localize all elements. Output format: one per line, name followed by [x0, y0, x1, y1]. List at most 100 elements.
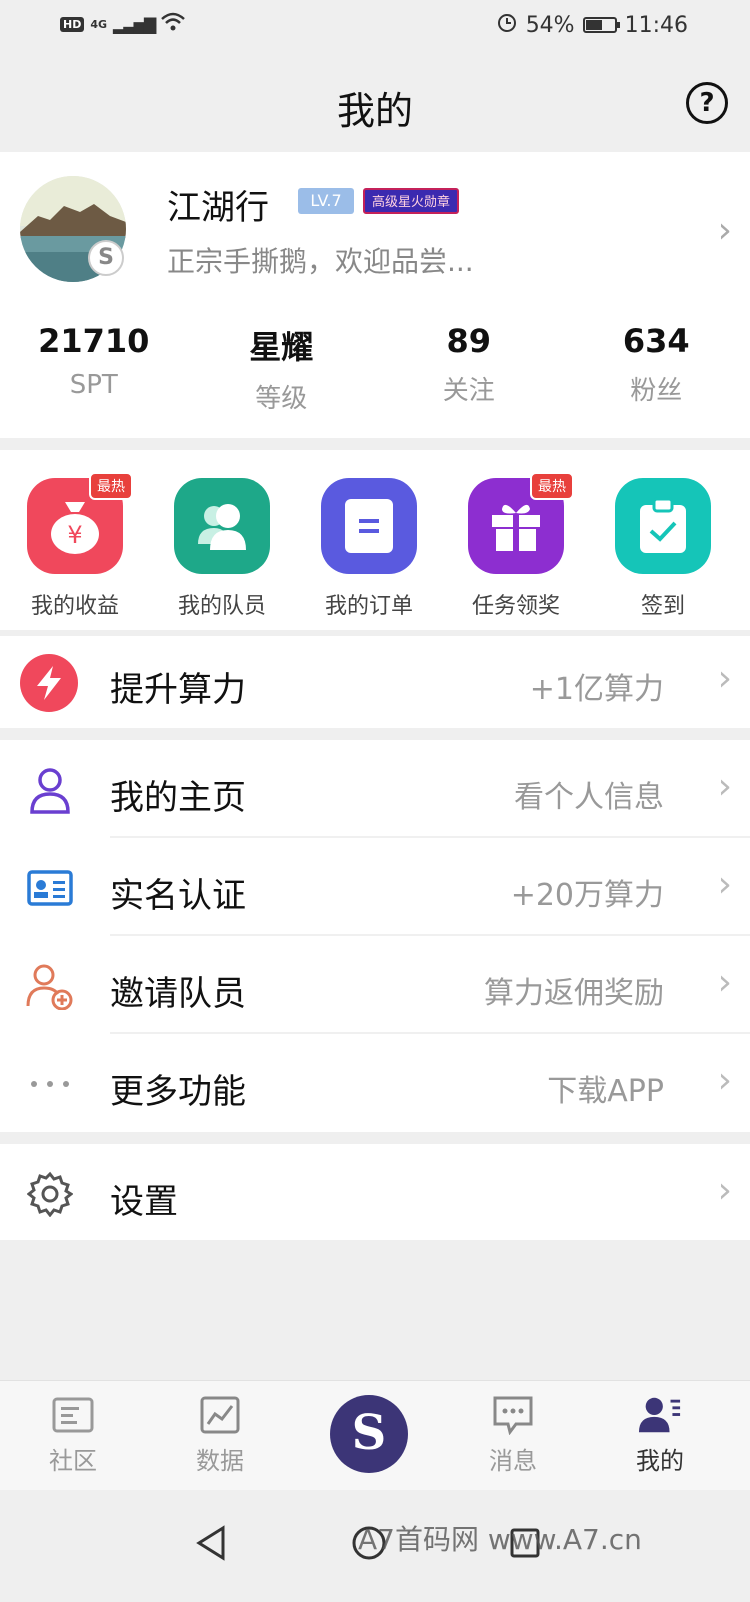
stat-following[interactable]: 89 关注: [375, 322, 563, 415]
menu-item-settings[interactable]: 设置 ›: [0, 1144, 750, 1240]
action-label: 我的订单: [324, 594, 413, 619]
id-card-icon: [24, 862, 76, 914]
tab-community[interactable]: 社区: [18, 1395, 128, 1476]
stats-row: 21710 SPT 星耀 等级 89 关注 634 粉丝: [0, 322, 750, 415]
boost-row[interactable]: 提升算力 +1亿算力 ›: [0, 636, 750, 728]
tab-label: 我的: [636, 1447, 684, 1475]
stat-followers[interactable]: 634 粉丝: [563, 322, 750, 415]
gear-icon: [24, 1168, 76, 1220]
row-value: +1亿算力: [529, 672, 664, 707]
stat-label: SPT: [69, 370, 118, 400]
chevron-right-icon: ›: [717, 766, 732, 807]
order-icon: [321, 478, 417, 574]
add-person-icon: [24, 960, 76, 1012]
tab-label: 社区: [49, 1447, 97, 1475]
row-value: 看个人信息: [514, 780, 664, 815]
title-bar: 我的 ?: [0, 50, 750, 150]
stat-spt[interactable]: 21710 SPT: [0, 322, 188, 415]
chevron-right-icon: ›: [717, 1060, 732, 1101]
message-icon: [491, 1395, 535, 1435]
row-value: +20万算力: [510, 878, 664, 913]
status-bar: HD 4G ▂▃▅▇ 54% 11:46: [0, 0, 750, 50]
stat-value: 21710: [38, 322, 150, 360]
team-members-icon: [174, 478, 270, 574]
chart-icon: [198, 1395, 242, 1435]
stat-value: 89: [446, 322, 492, 360]
hd-badge: HD: [60, 16, 85, 32]
wifi-icon: [160, 12, 186, 36]
menu-item-more[interactable]: 更多功能 下载APP ›: [0, 1034, 750, 1132]
boost-card: 提升算力 +1亿算力 ›: [0, 636, 750, 728]
row-title: 更多功能: [110, 1072, 246, 1112]
action-team[interactable]: 我的队员: [147, 478, 297, 620]
lightning-icon: [20, 654, 78, 712]
settings-card: 设置 ›: [0, 1144, 750, 1240]
chevron-right-icon: ›: [717, 210, 732, 251]
tab-profile[interactable]: 我的: [605, 1395, 715, 1476]
tab-label: 消息: [489, 1447, 537, 1475]
person-icon: [24, 764, 76, 816]
svg-text:¥: ¥: [67, 521, 82, 549]
row-title: 设置: [110, 1182, 178, 1222]
battery-icon: [582, 17, 620, 33]
stat-value: 星耀: [249, 328, 314, 366]
chevron-right-icon: ›: [717, 1170, 732, 1211]
system-nav-bar: A7首码网 www.A7.cn: [0, 1490, 750, 1602]
stat-level[interactable]: 星耀 等级: [188, 322, 376, 415]
money-bag-icon: ¥ 最热: [27, 472, 133, 574]
hot-badge: 最热: [89, 472, 133, 500]
action-orders[interactable]: 我的订单: [294, 478, 444, 620]
tab-label: 数据: [196, 1447, 244, 1475]
back-icon[interactable]: [186, 1518, 236, 1568]
action-checkin[interactable]: 签到: [588, 478, 738, 620]
username: 江湖行: [167, 188, 269, 228]
menu-card: 我的主页 看个人信息 › 实名认证 +20万算力 › 邀请队员 算力返佣奖励 ›…: [0, 740, 750, 1132]
menu-item-homepage[interactable]: 我的主页 看个人信息 ›: [0, 740, 750, 838]
action-label: 任务领奖: [471, 594, 560, 619]
menu-item-invite[interactable]: 邀请队员 算力返佣奖励 ›: [0, 936, 750, 1034]
action-label: 我的队员: [177, 594, 266, 619]
watermark: A7首码网 www.A7.cn: [358, 1523, 642, 1556]
page-title: 我的: [336, 89, 413, 133]
stat-label: 粉丝: [630, 376, 683, 406]
more-dots-icon: [24, 1058, 76, 1110]
bottom-tab-bar: 社区 数据 S 消息 我的: [0, 1380, 750, 1490]
row-value: 下载APP: [547, 1074, 664, 1109]
chevron-right-icon: ›: [717, 658, 732, 699]
row-title: 我的主页: [110, 778, 246, 818]
action-task-rewards[interactable]: 最热 任务领奖: [441, 472, 591, 620]
clipboard-check-icon: [615, 478, 711, 574]
stat-label: 关注: [442, 376, 495, 406]
action-label: 签到: [640, 594, 685, 619]
gift-icon: 最热: [468, 472, 574, 574]
help-button[interactable]: ?: [686, 82, 728, 124]
profile-card[interactable]: S 江湖行 LV.7 高级星火勋章 正宗手撕鹅，欢迎品尝... › 21710 …: [0, 152, 750, 438]
hot-badge: 最热: [530, 472, 574, 500]
level-badge: LV.7: [298, 188, 354, 214]
tab-messages[interactable]: 消息: [458, 1395, 568, 1476]
row-title: 邀请队员: [110, 974, 246, 1014]
row-title: 实名认证: [110, 876, 246, 916]
stat-label: 等级: [255, 384, 308, 414]
avatar-badge-icon: S: [88, 240, 124, 276]
row-title: 提升算力: [110, 670, 246, 710]
battery-percent: 54%: [525, 12, 575, 38]
chevron-right-icon: ›: [717, 962, 732, 1003]
row-value: 算力返佣奖励: [484, 976, 664, 1011]
quick-actions: ¥ 最热 我的收益 我的队员 我的订单 最热 任务领奖 签到: [0, 450, 750, 630]
alarm-icon: [496, 11, 518, 39]
medal-badge: 高级星火勋章: [363, 188, 459, 214]
center-action-button[interactable]: S: [330, 1395, 408, 1473]
menu-item-verification[interactable]: 实名认证 +20万算力 ›: [0, 838, 750, 936]
profile-motto: 正宗手撕鹅，欢迎品尝...: [167, 245, 474, 278]
community-icon: [51, 1395, 95, 1435]
chevron-right-icon: ›: [717, 864, 732, 905]
action-earnings[interactable]: ¥ 最热 我的收益: [0, 472, 150, 620]
clock: 11:46: [624, 12, 688, 38]
network-type: 4G: [90, 17, 108, 31]
stat-value: 634: [622, 322, 690, 360]
action-label: 我的收益: [30, 594, 119, 619]
signal-icon: ▂▃▅▇: [113, 14, 156, 34]
profile-icon: [638, 1395, 682, 1435]
tab-data[interactable]: 数据: [165, 1395, 275, 1476]
